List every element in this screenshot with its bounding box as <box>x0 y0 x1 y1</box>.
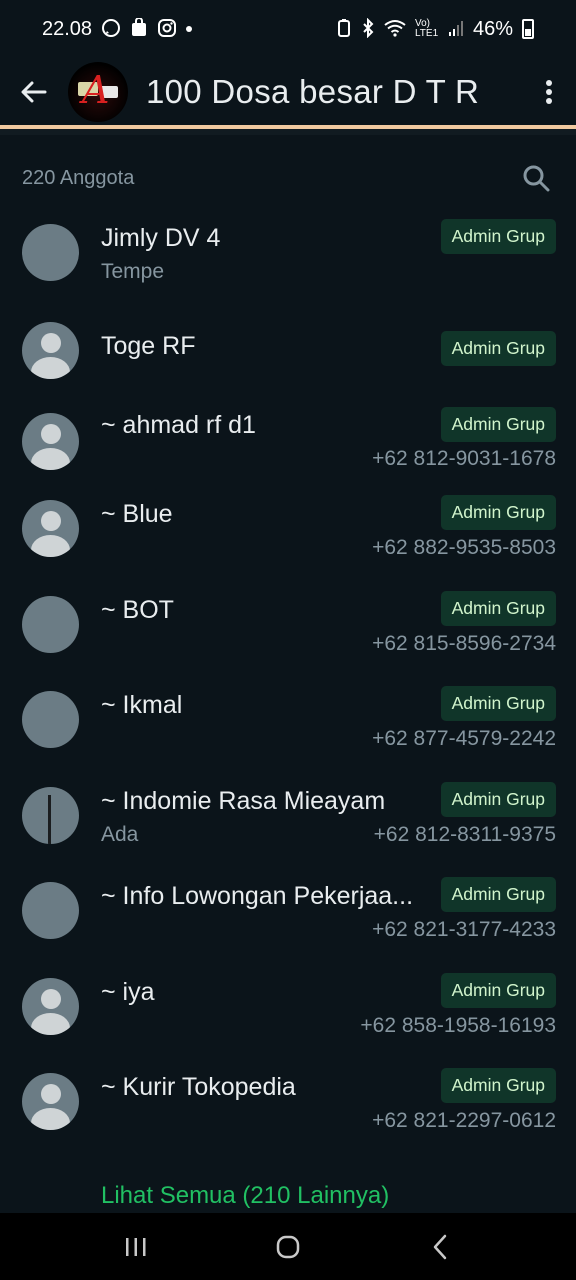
member-row[interactable]: ~ Indomie Rasa Mieayam Ada Admin Grup +6… <box>0 769 576 865</box>
recents-icon <box>126 1237 146 1256</box>
member-name: ~ Indomie Rasa Mieayam <box>101 786 386 815</box>
home-icon <box>276 1235 300 1258</box>
search-members-button[interactable] <box>516 158 556 198</box>
member-phone: +62 877-4579-2242 <box>372 727 556 750</box>
admin-badge: Admin Grup <box>440 406 556 442</box>
member-name: Jimly DV 4 <box>101 224 221 252</box>
member-row[interactable]: Toge RF Admin Grup <box>0 302 576 387</box>
member-row[interactable]: ~ iya Admin Grup +62 858-1958-16193 <box>0 960 576 1056</box>
admin-badge: Admin Grup <box>440 590 556 626</box>
default-avatar-head <box>40 423 61 444</box>
system-nav-bar <box>0 1213 576 1280</box>
member-phone: +62 821-3177-4233 <box>372 918 556 941</box>
member-avatar[interactable] <box>22 977 79 1035</box>
notification-dot-icon <box>186 26 193 32</box>
group-title[interactable]: 100 Dosa besar D T R <box>146 73 522 111</box>
member-row[interactable]: ~ ahmad rf d1 Admin Grup +62 812-9031-16… <box>0 387 576 483</box>
member-avatar[interactable] <box>22 786 79 844</box>
member-row[interactable]: ~ Blue Admin Grup +62 882-9535-8503 <box>0 482 576 578</box>
default-avatar-body <box>31 535 70 557</box>
default-avatar-head <box>40 988 61 1009</box>
group-avatar-letter: A <box>82 68 110 112</box>
member-name: ~ Ikmal <box>101 691 183 719</box>
battery-icon <box>522 19 534 39</box>
member-avatar[interactable] <box>22 1073 79 1130</box>
member-avatar[interactable] <box>22 321 79 379</box>
shopping-bag-icon <box>130 16 148 41</box>
system-back-button[interactable] <box>410 1217 470 1277</box>
status-left: 22.08 <box>42 16 193 41</box>
admin-badge: Admin Grup <box>440 781 556 817</box>
default-avatar-body <box>31 1012 70 1035</box>
member-about: Tempe <box>101 260 165 283</box>
member-name: Toge RF <box>101 331 196 360</box>
admin-badge: Admin Grup <box>440 877 556 912</box>
member-row[interactable]: ~ Info Lowongan Pekerjaa... Admin Grup +… <box>0 864 576 960</box>
whatsapp-icon <box>101 18 121 41</box>
member-avatar[interactable] <box>22 882 79 939</box>
back-button[interactable] <box>0 58 68 126</box>
chevron-left-icon <box>433 1234 447 1259</box>
member-phone: +62 858-1958-16193 <box>360 1013 556 1037</box>
member-name: ~ ahmad rf d1 <box>101 410 256 439</box>
member-phone: +62 882-9535-8503 <box>372 536 556 559</box>
member-list: Jimly DV 4 Tempe Admin Grup Toge RF Admi… <box>0 206 576 1151</box>
member-avatar[interactable] <box>22 412 79 470</box>
arrow-left-icon <box>21 81 47 103</box>
admin-badge: Admin Grup <box>440 495 556 530</box>
more-options-button[interactable] <box>522 58 576 126</box>
network-label: Vo) LTE1 <box>414 18 439 39</box>
signal-icon <box>448 19 464 40</box>
member-row[interactable]: ~ Ikmal Admin Grup +62 877-4579-2242 <box>0 673 576 769</box>
member-phone: +62 821-2297-0612 <box>372 1109 556 1132</box>
battery-percent: 46% <box>472 17 513 40</box>
member-avatar[interactable] <box>22 595 79 653</box>
recents-button[interactable] <box>106 1217 166 1277</box>
member-name: ~ Info Lowongan Pekerjaa... <box>101 882 414 910</box>
bluetooth-icon <box>361 17 375 41</box>
section-divider <box>0 129 576 135</box>
member-phone: +62 812-9031-1678 <box>372 446 556 470</box>
status-bar: 22.08 Vo) LTE1 46% <box>0 0 576 58</box>
see-all-members-link[interactable]: Lihat Semua (210 Lainnya) <box>101 1182 389 1210</box>
instagram-icon <box>157 18 177 41</box>
wifi-icon <box>384 19 406 40</box>
status-time: 22.08 <box>42 17 93 40</box>
default-avatar-head <box>40 511 61 531</box>
default-avatar-head <box>40 1084 61 1104</box>
member-avatar[interactable] <box>22 691 79 748</box>
member-name: ~ Kurir Tokopedia <box>101 1073 296 1101</box>
member-name: ~ Blue <box>101 500 173 528</box>
admin-badge: Admin Grup <box>440 330 556 366</box>
members-count: 220 Anggota <box>22 166 135 189</box>
admin-badge: Admin Grup <box>440 972 556 1008</box>
battery-saver-icon <box>336 18 352 41</box>
member-avatar[interactable] <box>22 224 79 281</box>
more-vertical-icon <box>546 80 552 104</box>
members-header: 220 Anggota <box>0 150 576 206</box>
default-avatar-body <box>31 356 70 379</box>
member-phone: +62 815-8596-2734 <box>372 631 556 655</box>
admin-badge: Admin Grup <box>440 1068 556 1103</box>
member-row[interactable]: Jimly DV 4 Tempe Admin Grup <box>0 206 576 302</box>
member-about: Ada <box>101 822 139 846</box>
default-avatar-head <box>40 332 61 353</box>
app-bar: A 100 Dosa besar D T R <box>0 58 576 126</box>
default-avatar-body <box>31 447 70 470</box>
admin-badge: Admin Grup <box>440 686 556 721</box>
home-button[interactable] <box>258 1217 318 1277</box>
group-avatar[interactable]: A <box>68 62 128 122</box>
member-name: ~ iya <box>101 977 155 1006</box>
default-avatar-body <box>31 1108 70 1130</box>
member-avatar[interactable] <box>22 500 79 557</box>
admin-badge: Admin Grup <box>440 219 556 254</box>
member-phone: +62 812-8311-9375 <box>373 822 556 846</box>
member-name: ~ BOT <box>101 595 174 624</box>
member-row[interactable]: ~ Kurir Tokopedia Admin Grup +62 821-229… <box>0 1055 576 1151</box>
search-icon <box>523 165 550 192</box>
member-row[interactable]: ~ BOT Admin Grup +62 815-8596-2734 <box>0 578 576 674</box>
status-right: Vo) LTE1 46% <box>336 17 534 41</box>
